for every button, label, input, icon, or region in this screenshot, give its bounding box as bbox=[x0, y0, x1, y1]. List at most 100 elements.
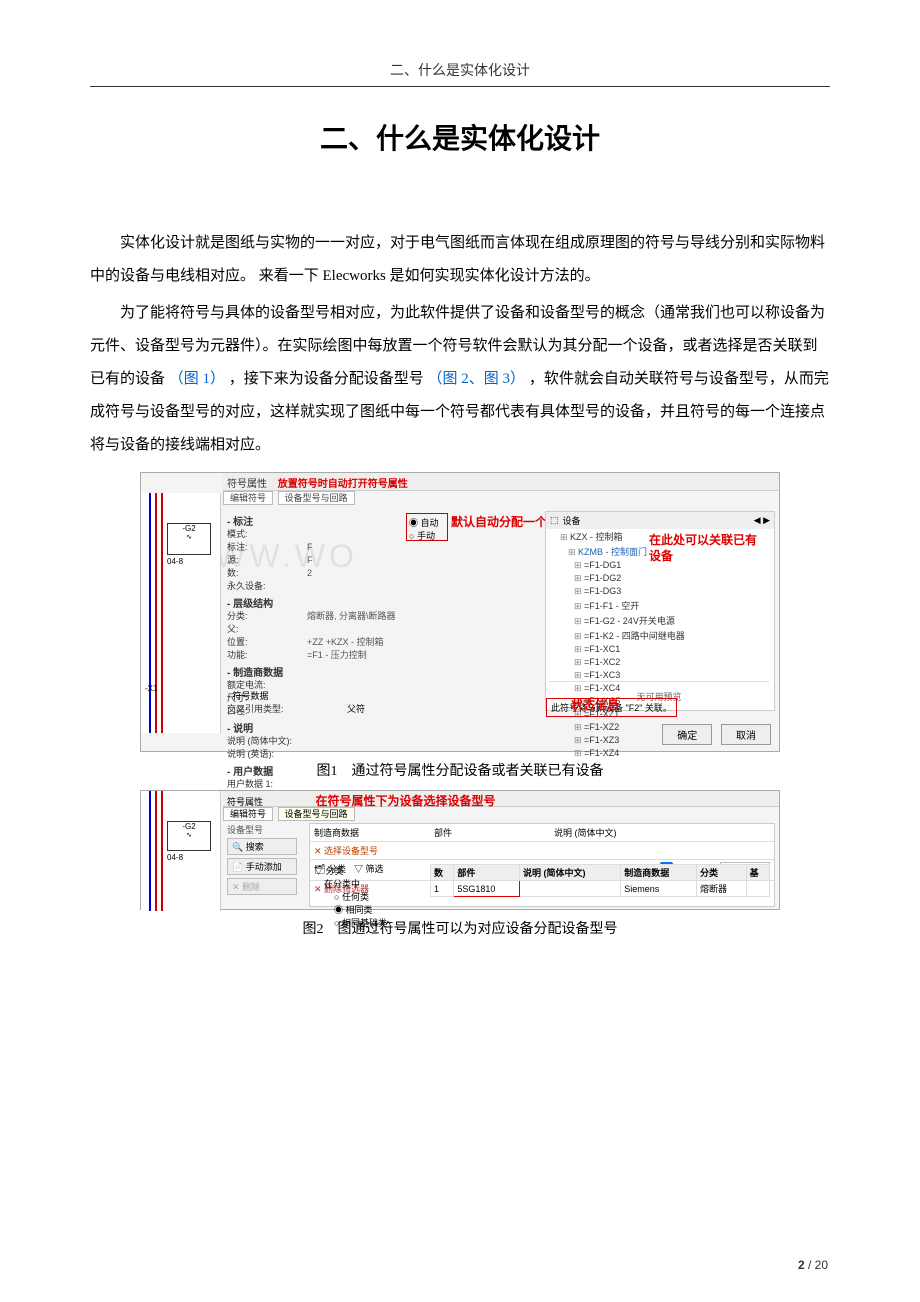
add-manual-button[interactable]: 📄 手动添加 bbox=[227, 858, 297, 875]
radio-manual[interactable]: 手动 bbox=[417, 531, 435, 541]
tab-edit-symbol-2[interactable]: 编辑符号 bbox=[223, 807, 273, 821]
tree-item[interactable]: =F1-XC2 bbox=[546, 656, 774, 669]
tree-nav-icon[interactable]: ◀ ▶ bbox=[754, 515, 770, 526]
value-function: =F1 - 压力控制 bbox=[307, 649, 497, 662]
mode-radio-group[interactable]: ◉ 自动 ○ 手动 bbox=[406, 513, 448, 541]
value-location: +ZZ +KZX - 控制箱 bbox=[307, 636, 497, 649]
component-04-8-label-2: 04-8 bbox=[167, 853, 183, 862]
cancel-button[interactable]: 取消 bbox=[721, 724, 771, 745]
dialog-title-2: 符号属性 bbox=[227, 797, 263, 807]
dialog-tabs: 编辑符号 设备型号与回路 bbox=[223, 491, 357, 507]
delete-button[interactable]: ✕ 删除 bbox=[227, 878, 297, 895]
grid-cell-mfr: Siemens bbox=[621, 881, 697, 897]
group-sym: - 符号数据 bbox=[227, 689, 365, 702]
tree-item[interactable]: =F1-DG2 bbox=[546, 572, 774, 585]
opt-same-class[interactable]: 相同类 bbox=[346, 905, 373, 915]
label-root: 源: bbox=[227, 554, 307, 567]
select-device-model-dialog: -G2 ∿ 04-8 符号属性 在符号属性下为设备选择设备型号 编辑符号 设备型… bbox=[140, 790, 780, 910]
grid-col-class: 分类 bbox=[697, 865, 747, 881]
tree-item[interactable]: =F1-G2 - 24V开关电源 bbox=[546, 613, 774, 628]
ok-button[interactable]: 确定 bbox=[662, 724, 712, 745]
select-model-panel: 制造商数据 部件 说明 (简体中文) ✕ 选择设备型号 🗂 分类 ▽ 筛选 自动… bbox=[309, 823, 775, 907]
figure-2-3-ref: （图 2、图 3） bbox=[428, 371, 526, 387]
schematic-snippet: -G2 ∿ 04-8 -X1 bbox=[141, 493, 221, 733]
component-x1-label: -X1 bbox=[145, 684, 157, 693]
subhdr-mfr: 制造商数据 bbox=[314, 826, 434, 839]
filter-class-label: 分类 bbox=[326, 866, 344, 876]
paragraph-1: 实体化设计就是图纸与实物的一一对应，对于电气图纸而言体现在组成原理图的符号与导线… bbox=[90, 227, 830, 293]
annotation-header-2: 在符号属性下为设备选择设备型号 bbox=[316, 794, 496, 808]
page-title: 二、什么是实体化设计 bbox=[90, 117, 830, 157]
label-tag: 标注: bbox=[227, 541, 307, 554]
annotation-link-existing: 在此处可以关联已有设备 bbox=[649, 533, 759, 564]
label-num: 数: bbox=[227, 567, 307, 580]
grid-col-base: 基 bbox=[746, 865, 769, 881]
tree-icon: ⬚ bbox=[550, 515, 559, 526]
tab-device-circuit-2[interactable]: 设备型号与回路 bbox=[278, 807, 355, 821]
radio-auto[interactable]: 自动 bbox=[421, 518, 439, 528]
page-total: 20 bbox=[815, 1258, 828, 1272]
group-mfr: - 制造商数据 bbox=[227, 664, 497, 679]
grid-col-desc: 说明 (简体中文) bbox=[519, 865, 620, 881]
label-class: 分类: bbox=[227, 610, 307, 623]
page-number: 2 / 20 bbox=[798, 1258, 828, 1272]
group-layer: - 层级结构 bbox=[227, 595, 497, 610]
figure-1: WWW.WO -G2 ∿ 04-8 -X1 符号属性 放置符号时自动打开符号属性… bbox=[90, 472, 830, 780]
figure-1-ref: （图 1） bbox=[169, 371, 225, 387]
document-page: 二、什么是实体化设计 二、什么是实体化设计 实体化设计就是图纸与实物的一一对应，… bbox=[0, 0, 920, 1302]
search-button[interactable]: 🔍 搜索 bbox=[227, 838, 297, 855]
figure-2: -G2 ∿ 04-8 符号属性 在符号属性下为设备选择设备型号 编辑符号 设备型… bbox=[90, 790, 830, 938]
group-symbol-data: - 符号数据 交叉引用类型: 父符 bbox=[227, 689, 365, 715]
figure-2-caption: 图2 图通过符号属性可以为对应设备分配设备型号 bbox=[90, 918, 830, 938]
tab-device-circuit[interactable]: 设备型号与回路 bbox=[278, 491, 355, 505]
col-header-model: 设备型号 bbox=[227, 823, 303, 836]
grid-cell-idx: 1 bbox=[431, 881, 454, 897]
tree-item[interactable]: =F1-DG3 bbox=[546, 585, 774, 598]
label-xref: 交叉引用类型: bbox=[227, 702, 307, 715]
value-num: 2 bbox=[307, 567, 497, 580]
group-desc: - 说明 bbox=[227, 720, 497, 735]
opt-same-base-class[interactable]: 相同基础类 bbox=[342, 918, 387, 928]
value-root: F bbox=[307, 554, 497, 567]
label-parent: 父: bbox=[227, 623, 307, 636]
label-perm: 永久设备: bbox=[227, 580, 307, 593]
dialog-title: 符号属性 bbox=[227, 479, 267, 490]
schematic-snippet-2: -G2 ∿ 04-8 bbox=[141, 791, 221, 911]
grid-cell-part: 5SG1810 bbox=[454, 881, 520, 897]
tree-item[interactable]: =F1-F1 - 空开 bbox=[546, 598, 774, 613]
group-user: - 用户数据 bbox=[227, 763, 497, 778]
tree-item[interactable]: =F1-K2 - 四路中间继电器 bbox=[546, 628, 774, 643]
opt-any-class[interactable]: 任何类 bbox=[342, 892, 369, 902]
tree-header-label: 设备 bbox=[563, 514, 581, 527]
tree-item[interactable]: =F1-XC1 bbox=[546, 643, 774, 656]
label-mode: 模式: bbox=[227, 528, 307, 541]
value-class: 熔断器, 分离器\断路器 bbox=[307, 610, 497, 623]
label-desc-en: 说明 (英语): bbox=[227, 748, 347, 761]
value-tag: F bbox=[307, 541, 497, 554]
tree-item[interactable]: =F1-XZ4 bbox=[546, 747, 774, 760]
grid-col-num: 数 bbox=[431, 865, 454, 881]
label-function: 功能: bbox=[227, 649, 307, 662]
filter-in-class-label: 在分类中 bbox=[314, 877, 424, 890]
results-grid[interactable]: 数 部件 说明 (简体中文) 制造商数据 分类 基 1 5SG1810 Siem… bbox=[430, 864, 770, 897]
tab-edit-symbol[interactable]: 编辑符号 bbox=[223, 491, 273, 505]
paragraph-2-text-b: ，接下来为设备分配设备型号 bbox=[229, 371, 424, 387]
filter-panel: ▽ 分类 在分类中 ○ 任何类 ◉ 相同类 ○ 相同基础类 bbox=[314, 864, 424, 929]
dialog-tabs-2: 编辑符号 设备型号与回路 bbox=[223, 807, 357, 820]
symbol-properties-dialog: WWW.WO -G2 ∿ 04-8 -X1 符号属性 放置符号时自动打开符号属性… bbox=[140, 472, 780, 752]
annotation-header: 放置符号时自动打开符号属性 bbox=[278, 479, 408, 490]
page-header: 二、什么是实体化设计 bbox=[90, 60, 830, 87]
select-model-title: ✕ 选择设备型号 bbox=[310, 842, 774, 860]
grid-col-part: 部件 bbox=[454, 865, 520, 881]
subhdr-part: 部件 bbox=[434, 826, 554, 839]
annotation-status: 状态信息 bbox=[571, 696, 619, 713]
label-location: 位置: bbox=[227, 636, 307, 649]
component-g2-label-2: -G2 bbox=[168, 822, 210, 831]
grid-row[interactable]: 1 5SG1810 Siemens 熔断器 bbox=[431, 881, 770, 897]
dialog-buttons: 确定 取消 bbox=[656, 724, 771, 745]
component-04-8-label: 04-8 bbox=[167, 557, 183, 566]
subhdr-desc: 说明 (简体中文) bbox=[554, 826, 617, 839]
grid-cell-class: 熔断器 bbox=[697, 881, 747, 897]
dialog-title-bar: 符号属性 放置符号时自动打开符号属性 bbox=[223, 473, 779, 491]
grid-col-mfr: 制造商数据 bbox=[621, 865, 697, 881]
